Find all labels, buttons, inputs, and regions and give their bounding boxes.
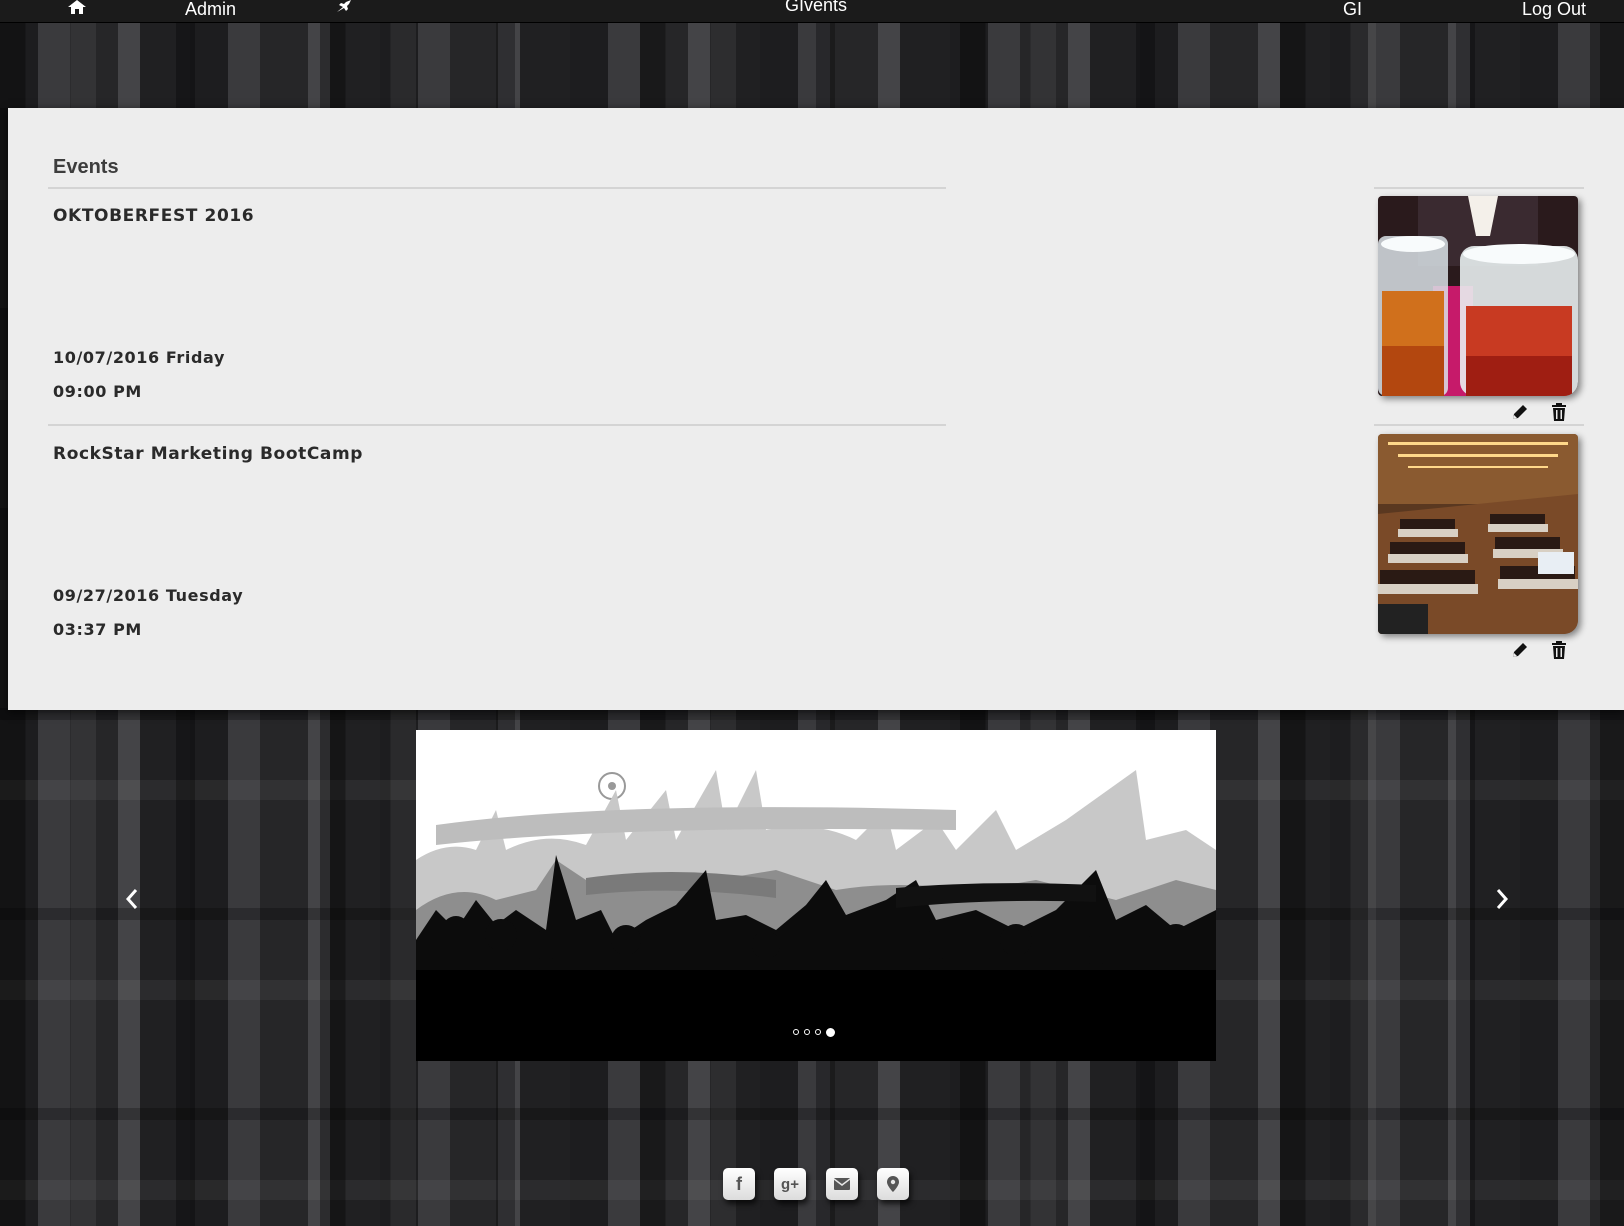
carousel-prev-arrow[interactable] — [120, 884, 144, 914]
carousel-indicators — [793, 1026, 835, 1038]
page-title: Events — [53, 156, 119, 178]
facebook-button[interactable]: f — [723, 1168, 755, 1200]
map-pin-icon — [887, 1176, 899, 1192]
divider — [1374, 424, 1584, 426]
pushpin-icon — [337, 0, 351, 12]
event-date: 10/07/2016 Friday — [53, 348, 225, 367]
google-plus-icon: g+ — [781, 1175, 799, 1193]
event-title[interactable]: OKTOBERFEST 2016 — [53, 206, 254, 226]
event-date: 09/27/2016 Tuesday — [53, 586, 244, 605]
carousel-dot[interactable] — [804, 1029, 810, 1035]
beer-mugs-photo — [1378, 196, 1578, 396]
mail-icon — [834, 1178, 850, 1190]
conference-hall-photo — [1378, 434, 1578, 634]
divider — [48, 187, 946, 189]
location-button[interactable] — [877, 1168, 909, 1200]
mail-button[interactable] — [826, 1168, 858, 1200]
carousel-dot-active[interactable] — [826, 1027, 835, 1037]
top-navbar: Admin GIvents GI Log Out — [0, 0, 1624, 23]
event-title[interactable]: RockStar Marketing BootCamp — [53, 444, 363, 464]
image-carousel[interactable] — [416, 730, 1216, 1061]
trash-icon[interactable] — [1549, 640, 1569, 660]
nav-admin[interactable]: Admin — [185, 0, 236, 20]
nav-user[interactable]: GI — [1343, 0, 1362, 20]
crowd-silhouette-banner — [416, 730, 1216, 1061]
nav-pin[interactable] — [336, 0, 352, 12]
carousel-next-arrow[interactable] — [1490, 884, 1514, 914]
event-time: 03:37 PM — [53, 620, 142, 639]
divider — [1374, 187, 1584, 189]
nav-logout[interactable]: Log Out — [1522, 0, 1586, 20]
facebook-icon: f — [736, 1174, 742, 1194]
trash-icon[interactable] — [1549, 402, 1569, 422]
google-plus-button[interactable]: g+ — [774, 1168, 806, 1200]
home-icon — [68, 0, 86, 14]
nav-home[interactable] — [68, 0, 86, 14]
pencil-icon[interactable] — [1510, 640, 1530, 660]
carousel-dot[interactable] — [793, 1029, 799, 1035]
carousel-dot[interactable] — [815, 1029, 821, 1035]
nav-brand[interactable]: GIvents — [785, 0, 847, 16]
pencil-icon[interactable] — [1510, 402, 1530, 422]
event-image-bootcamp[interactable] — [1378, 434, 1578, 634]
divider — [48, 424, 946, 426]
events-panel: Events OKTOBERFEST 2016 10/07/2016 Frida… — [8, 108, 1624, 710]
event-image-oktoberfest[interactable] — [1378, 196, 1578, 396]
event-time: 09:00 PM — [53, 382, 142, 401]
